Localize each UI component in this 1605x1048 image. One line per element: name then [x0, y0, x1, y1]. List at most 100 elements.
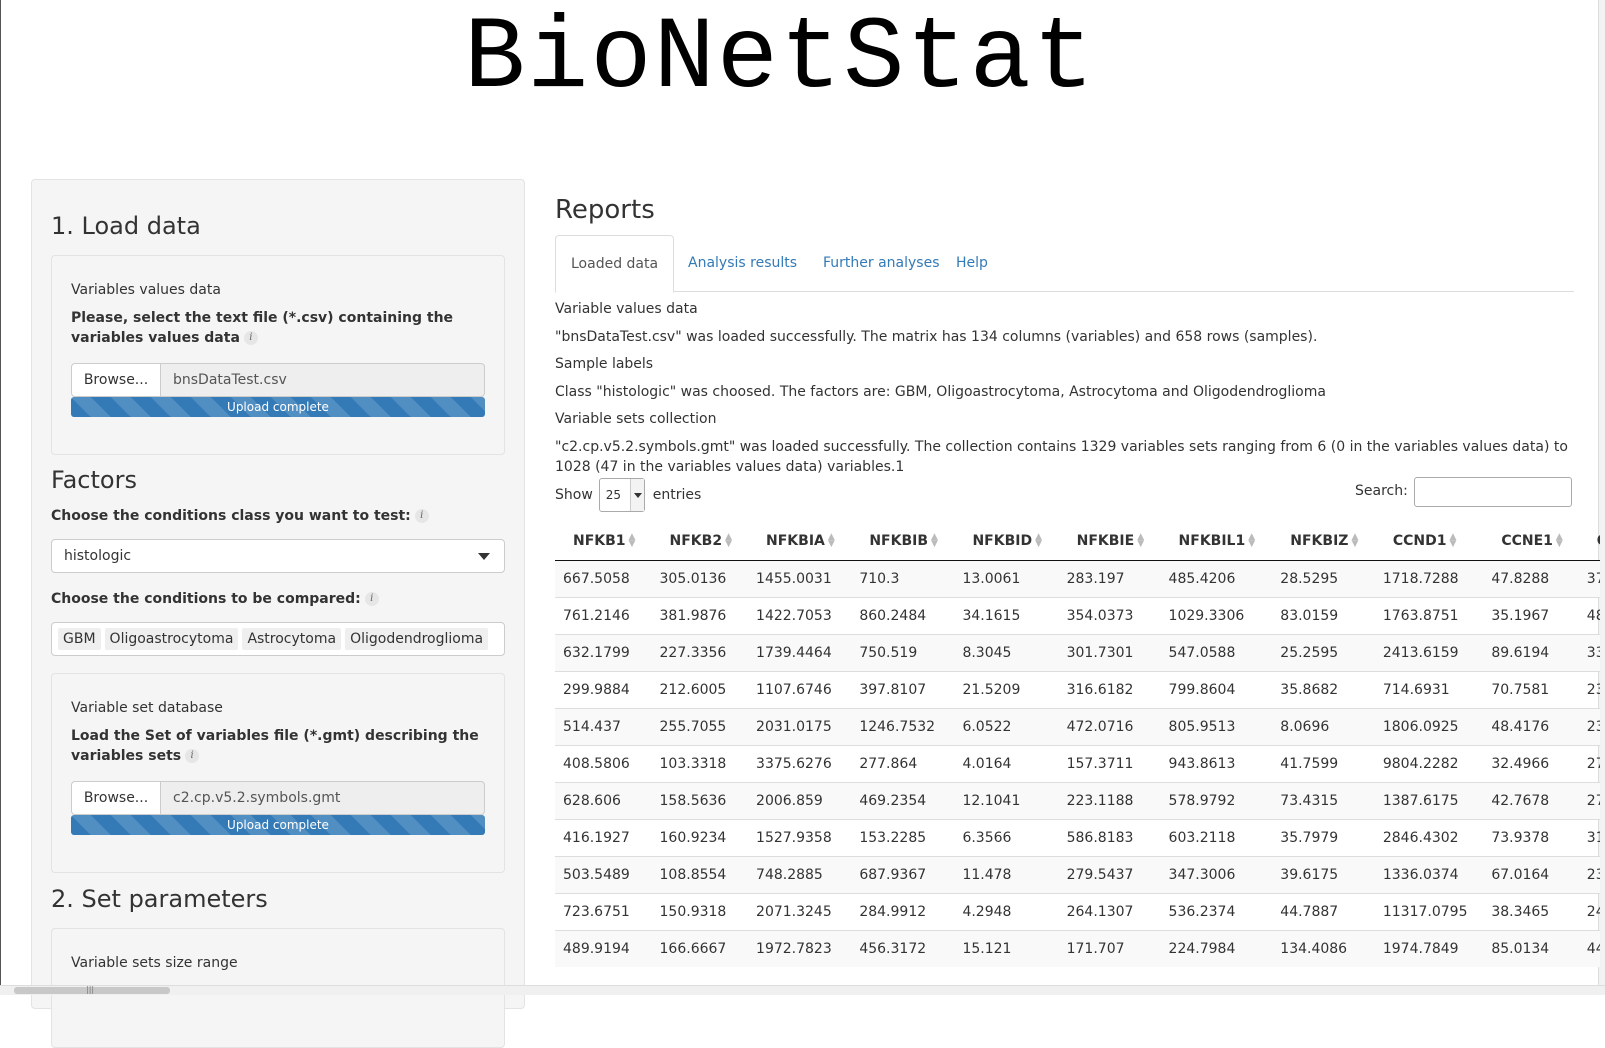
column-header-label: CCND1 — [1392, 532, 1447, 549]
show-label: Show — [555, 487, 593, 503]
table-cell: 799.8604 — [1160, 670, 1273, 708]
column-header[interactable]: NFKB1 ▲ ▼ — [555, 522, 652, 561]
table-cell: 83.0159 — [1272, 596, 1375, 634]
table-cell: 264.1307 — [1058, 892, 1161, 930]
table-cell: 6.3566 — [954, 818, 1059, 856]
table-cell: 273.8476 — [1578, 744, 1600, 782]
variables-values-instruction-text: Please, select the text file (*.csv) con… — [71, 310, 454, 346]
table-cell: 9804.2282 — [1374, 744, 1484, 782]
chevron-down-icon — [478, 553, 490, 560]
load-data-heading: 1. Load data — [51, 212, 201, 240]
table-body: 667.5058 305.0136 1455.0031 710.3 13.0061 283… — [555, 559, 1600, 967]
tab-analysis-results[interactable]: Analysis results — [673, 235, 812, 292]
table-cell: 279.5437 — [1058, 855, 1161, 893]
table-cell: 171.707 — [1058, 929, 1161, 967]
column-header[interactable]: NFKBIA ▲ ▼ — [748, 522, 852, 561]
table-cell: 1336.0374 — [1374, 855, 1484, 893]
table-cell: 514.437 — [555, 707, 652, 745]
table-cell: 223.1188 — [1058, 781, 1161, 819]
table-row[interactable]: 667.5058 305.0136 1455.0031 710.3 13.0061 283… — [555, 559, 1600, 597]
browse-set-button[interactable]: Browse... — [71, 781, 161, 815]
table-row[interactable]: 723.6751 150.9318 2071.3245 284.9912 4.2948 2… — [555, 892, 1600, 930]
variables-values-label: Variables values data — [71, 282, 221, 298]
condition-chip[interactable]: GBM — [58, 628, 101, 650]
table-row[interactable]: 299.9884 212.6005 1107.6746 397.8107 21.5209… — [555, 670, 1600, 708]
labels-heading: Sample labels — [555, 356, 654, 372]
table-row[interactable]: 761.2146 381.9876 1422.7053 860.2484 34.1615… — [555, 596, 1600, 634]
conditions-multiselect[interactable]: GBM Oligoastrocytoma Astrocytoma Oligode… — [51, 622, 505, 656]
info-icon[interactable]: i — [185, 749, 200, 763]
table-row[interactable]: 416.1927 160.9234 1527.9358 153.2285 6.3566 5… — [555, 818, 1600, 856]
table-cell: 586.8183 — [1058, 818, 1161, 856]
table-row[interactable]: 503.5489 108.8554 748.2885 687.9367 11.478 27… — [555, 855, 1600, 893]
column-header[interactable]: NFKB2 ▲ ▼ — [651, 522, 749, 561]
table-cell: 1527.9358 — [748, 818, 852, 856]
table-cell: 603.2118 — [1160, 818, 1273, 856]
table-row[interactable]: 632.1799 227.3356 1739.4464 750.519 8.3045 30… — [555, 633, 1600, 671]
column-header[interactable]: CCND1 ▲ ▼ — [1374, 522, 1484, 561]
entries-select[interactable]: 25 — [598, 478, 645, 512]
table-cell: 15.121 — [954, 929, 1059, 967]
table-row[interactable]: 514.437 255.7055 2031.0175 1246.7532 6.0522 4… — [555, 707, 1600, 745]
table-cell: 284.9912 — [851, 892, 955, 930]
column-header-label: NFKBID — [972, 532, 1033, 549]
values-file-name[interactable]: bnsDataTest.csv — [161, 363, 485, 397]
table-cell: 3375.6276 — [748, 744, 852, 782]
browse-values-button[interactable]: Browse... — [71, 363, 161, 397]
table-cell: 469.2354 — [851, 781, 955, 819]
column-header[interactable]: CDK20▲▼ — [1578, 522, 1600, 561]
set-file-name[interactable]: c2.cp.v5.2.symbols.gmt — [161, 781, 485, 815]
table-cell: 2413.6159 — [1374, 633, 1484, 671]
sort-icon: ▲ ▼ — [1555, 531, 1563, 549]
tab-help[interactable]: Help — [941, 235, 1003, 292]
report-tabs: Loaded data Analysis results Further ana… — [555, 235, 1574, 293]
horizontal-scrollbar[interactable]: ||| — [0, 985, 1605, 995]
table-cell: 4.2948 — [954, 892, 1059, 930]
tab-loaded-data[interactable]: Loaded data — [555, 235, 675, 293]
table-cell: 761.2146 — [555, 596, 652, 634]
search-input[interactable] — [1414, 477, 1572, 507]
class-select[interactable]: histologic — [51, 539, 505, 573]
entries-control: Show 25 entries — [555, 478, 701, 512]
table-cell: 354.0373 — [1058, 596, 1161, 634]
info-icon[interactable]: i — [414, 509, 429, 523]
variable-set-panel: Variable set database Load the Set of va… — [51, 673, 505, 873]
sort-icon: ▲ ▼ — [1449, 531, 1457, 549]
table-row[interactable]: 408.5806 103.3318 3375.6276 277.864 4.0164 15… — [555, 744, 1600, 782]
info-icon[interactable]: i — [364, 592, 379, 606]
table-cell: 1974.7849 — [1374, 929, 1484, 967]
column-header[interactable]: NFKBID ▲ ▼ — [954, 522, 1059, 561]
condition-chip[interactable]: Astrocytoma — [242, 628, 342, 650]
column-header[interactable]: NFKBIB ▲ ▼ — [851, 522, 955, 561]
column-header[interactable]: NFKBIZ ▲ ▼ — [1272, 522, 1375, 561]
table-cell: 347.3006 — [1160, 855, 1273, 893]
column-header[interactable]: NFKBIE ▲ ▼ — [1058, 522, 1161, 561]
variables-values-panel: Variables values data Please, select the… — [51, 255, 505, 455]
tab-further-analyses[interactable]: Further analyses — [808, 235, 955, 292]
horizontal-scrollbar-thumb[interactable]: ||| — [14, 985, 170, 994]
table-row[interactable]: 628.606 158.5636 2006.859 469.2354 12.1041 22… — [555, 781, 1600, 819]
condition-chip[interactable]: Oligoastrocytoma — [104, 628, 239, 650]
table-cell: 578.9792 — [1160, 781, 1273, 819]
condition-chip[interactable]: Oligodendroglioma — [345, 628, 489, 650]
sets-message: "c2.cp.v5.2.symbols.gmt" was loaded succ… — [555, 439, 1568, 475]
table-cell: 372.1418 — [1578, 559, 1600, 597]
table-cell: 1455.0031 — [748, 559, 852, 597]
column-header[interactable]: NFKBIL1 ▲ ▼ — [1160, 522, 1273, 561]
set-parameters-heading: 2. Set parameters — [51, 885, 268, 913]
table-cell: 301.7301 — [1058, 633, 1161, 671]
table-cell: 279.6046 — [1578, 781, 1600, 819]
conditions-label: Choose the conditions to be compared: i — [51, 589, 379, 609]
table-row[interactable]: 489.9194 166.6667 1972.7823 456.3172 15.121 1… — [555, 929, 1600, 967]
entries-label: entries — [652, 487, 702, 503]
info-icon[interactable]: i — [243, 331, 258, 345]
table-cell: 628.606 — [555, 781, 652, 819]
table-cell: 227.3356 — [651, 633, 749, 671]
table-cell: 1718.7288 — [1374, 559, 1484, 597]
table-cell: 277.864 — [851, 744, 955, 782]
table-cell: 47.8288 — [1483, 559, 1579, 597]
column-header[interactable]: CCNE1 ▲ ▼ — [1483, 522, 1579, 561]
table-cell: 8.0696 — [1272, 707, 1375, 745]
sort-icon: ▲ ▼ — [827, 531, 835, 549]
table-cell: 536.2374 — [1160, 892, 1273, 930]
